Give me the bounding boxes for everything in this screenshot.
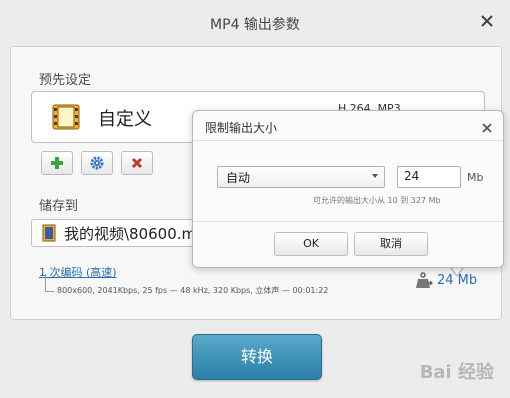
file-icon (42, 224, 56, 246)
size-mode-value: 自动 (226, 171, 251, 185)
size-limit-link[interactable]: 24 Mb (415, 272, 477, 294)
preset-section-label: 预先设定 (39, 73, 92, 88)
gear-icon (90, 156, 104, 170)
limit-size-dialog: 限制输出大小 自动 24 Mb 可允许的输出大小从 10 到 327 Mb OK… (192, 110, 504, 268)
dialog-close-icon[interactable] (481, 119, 493, 133)
ok-button[interactable]: OK (274, 232, 348, 256)
encoding-details: 800x600, 2041Kbps, 25 fps — 48 kHz, 320 … (57, 286, 329, 295)
preset-name: 自定义 (98, 109, 152, 130)
title-bar: MP4 输出参数 (0, 0, 510, 46)
dialog-footer-divider (193, 221, 503, 222)
add-preset-button[interactable] (41, 151, 73, 175)
convert-button[interactable]: 转换 (192, 334, 322, 380)
plus-icon (51, 157, 63, 169)
delete-preset-button[interactable] (121, 151, 153, 175)
save-path-field[interactable]: 我的视频\80600.mp4 (31, 219, 213, 247)
delete-icon (131, 157, 143, 169)
film-icon (52, 104, 80, 134)
close-icon[interactable] (478, 12, 496, 30)
size-range-hint: 可允许的输出大小从 10 到 327 Mb (313, 196, 441, 205)
window-title: MP4 输出参数 (210, 17, 300, 33)
tree-connector (45, 274, 54, 292)
size-value-text: 24 (404, 169, 420, 183)
size-unit-label: Mb (467, 171, 484, 184)
weight-icon (416, 272, 433, 288)
size-value-input[interactable]: 24 (397, 166, 461, 188)
save-section-label: 储存到 (39, 199, 79, 214)
save-path-text: 我的视频\80600.mp4 (64, 225, 213, 243)
size-mode-select[interactable]: 自动 (217, 166, 385, 188)
chevron-down-icon (372, 174, 378, 178)
cancel-button[interactable]: 取消 (354, 232, 428, 256)
preset-settings-button[interactable] (81, 151, 113, 175)
watermark: Bai 经验 (419, 362, 494, 383)
dialog-divider (193, 140, 503, 141)
dialog-title: 限制输出大小 (205, 121, 278, 135)
